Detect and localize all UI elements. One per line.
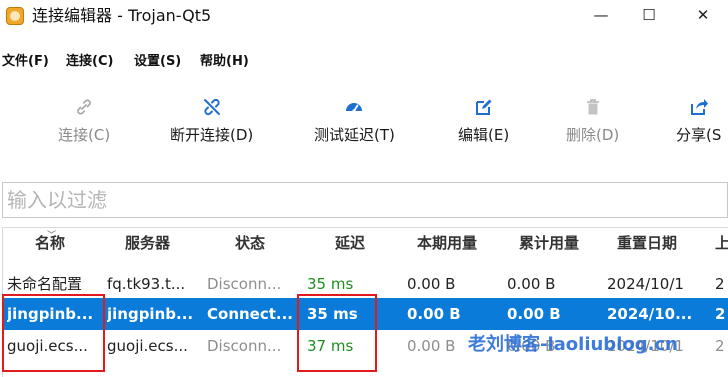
share-icon <box>688 96 710 118</box>
minimize-button[interactable]: — <box>578 0 624 30</box>
share-button[interactable]: 分享(S <box>676 96 721 144</box>
row-latency: 35 ms <box>307 275 354 293</box>
row-status: Disconn... <box>207 275 282 293</box>
edit-icon <box>473 96 495 118</box>
disconnect-button[interactable]: 断开连接(D) <box>170 96 253 144</box>
menu-help[interactable]: 帮助(H) <box>200 50 249 69</box>
row-period-usage: 0.00 B <box>407 305 461 323</box>
row-reset-date: 2024/10... <box>607 305 693 323</box>
column-header-server[interactable]: 服务器 <box>125 232 170 258</box>
annotation-box-latency <box>297 294 377 372</box>
unlink-icon <box>201 96 223 118</box>
filter-box <box>2 182 728 218</box>
filter-input[interactable] <box>3 183 727 217</box>
row-extra: 2 <box>715 275 725 293</box>
column-header-name[interactable]: 名称 <box>35 232 65 258</box>
row-server: jingpinb... <box>107 305 194 323</box>
row-status: Connect... <box>207 305 294 323</box>
row-extra: 2 <box>715 337 725 355</box>
edit-button[interactable]: 编辑(E) <box>458 96 509 144</box>
column-header-status[interactable]: 状态 <box>235 232 265 258</box>
link-icon <box>73 96 95 118</box>
close-button[interactable]: ✕ <box>680 0 726 30</box>
row-period-usage: 0.00 B <box>407 275 456 293</box>
title-bar: 连接编辑器 - Trojan-Qt5 — ☐ ✕ <box>0 0 728 34</box>
row-total-usage: 0.00 B <box>507 305 561 323</box>
menu-settings[interactable]: 设置(S) <box>134 50 181 69</box>
row-period-usage: 0.00 B <box>407 337 456 355</box>
menu-file[interactable]: 文件(F) <box>2 50 49 69</box>
column-header-more[interactable]: 上 <box>715 232 728 258</box>
speedometer-icon <box>343 96 365 118</box>
column-header-latency[interactable]: 延迟 <box>335 232 365 258</box>
menu-bar: 文件(F) 连接(C) 设置(S) 帮助(H) <box>0 46 728 72</box>
connect-button[interactable]: 连接(C) <box>58 96 110 144</box>
column-header-period-usage[interactable]: 本期用量 <box>417 232 477 258</box>
maximize-button[interactable]: ☐ <box>626 0 672 30</box>
row-name: 未命名配置 <box>7 275 83 293</box>
column-header-reset-date[interactable]: 重置日期 <box>617 232 677 258</box>
row-extra: 2 <box>715 305 726 323</box>
row-status: Disconn... <box>207 337 282 355</box>
app-icon <box>6 7 24 25</box>
delete-button[interactable]: 删除(D) <box>566 96 619 144</box>
row-server: guoji.ecs... <box>107 337 188 355</box>
row-total-usage: 0.00 B <box>507 275 556 293</box>
trash-icon <box>582 96 604 118</box>
row-server: fq.tk93.t... <box>107 275 186 293</box>
toolbar: 连接(C) 断开连接(D) 测试延迟(T) 编辑(E) 删除(D) 分享(S <box>0 96 728 160</box>
window-title: 连接编辑器 - Trojan-Qt5 <box>32 6 212 25</box>
annotation-box-name <box>2 294 105 372</box>
column-header-total-usage[interactable]: 累计用量 <box>519 232 579 258</box>
test-latency-button[interactable]: 测试延迟(T) <box>314 96 395 144</box>
watermark: 老刘博客-laoliublog.cn <box>468 334 678 355</box>
menu-connection[interactable]: 连接(C) <box>66 50 113 69</box>
row-reset-date: 2024/10/1 <box>607 275 684 293</box>
